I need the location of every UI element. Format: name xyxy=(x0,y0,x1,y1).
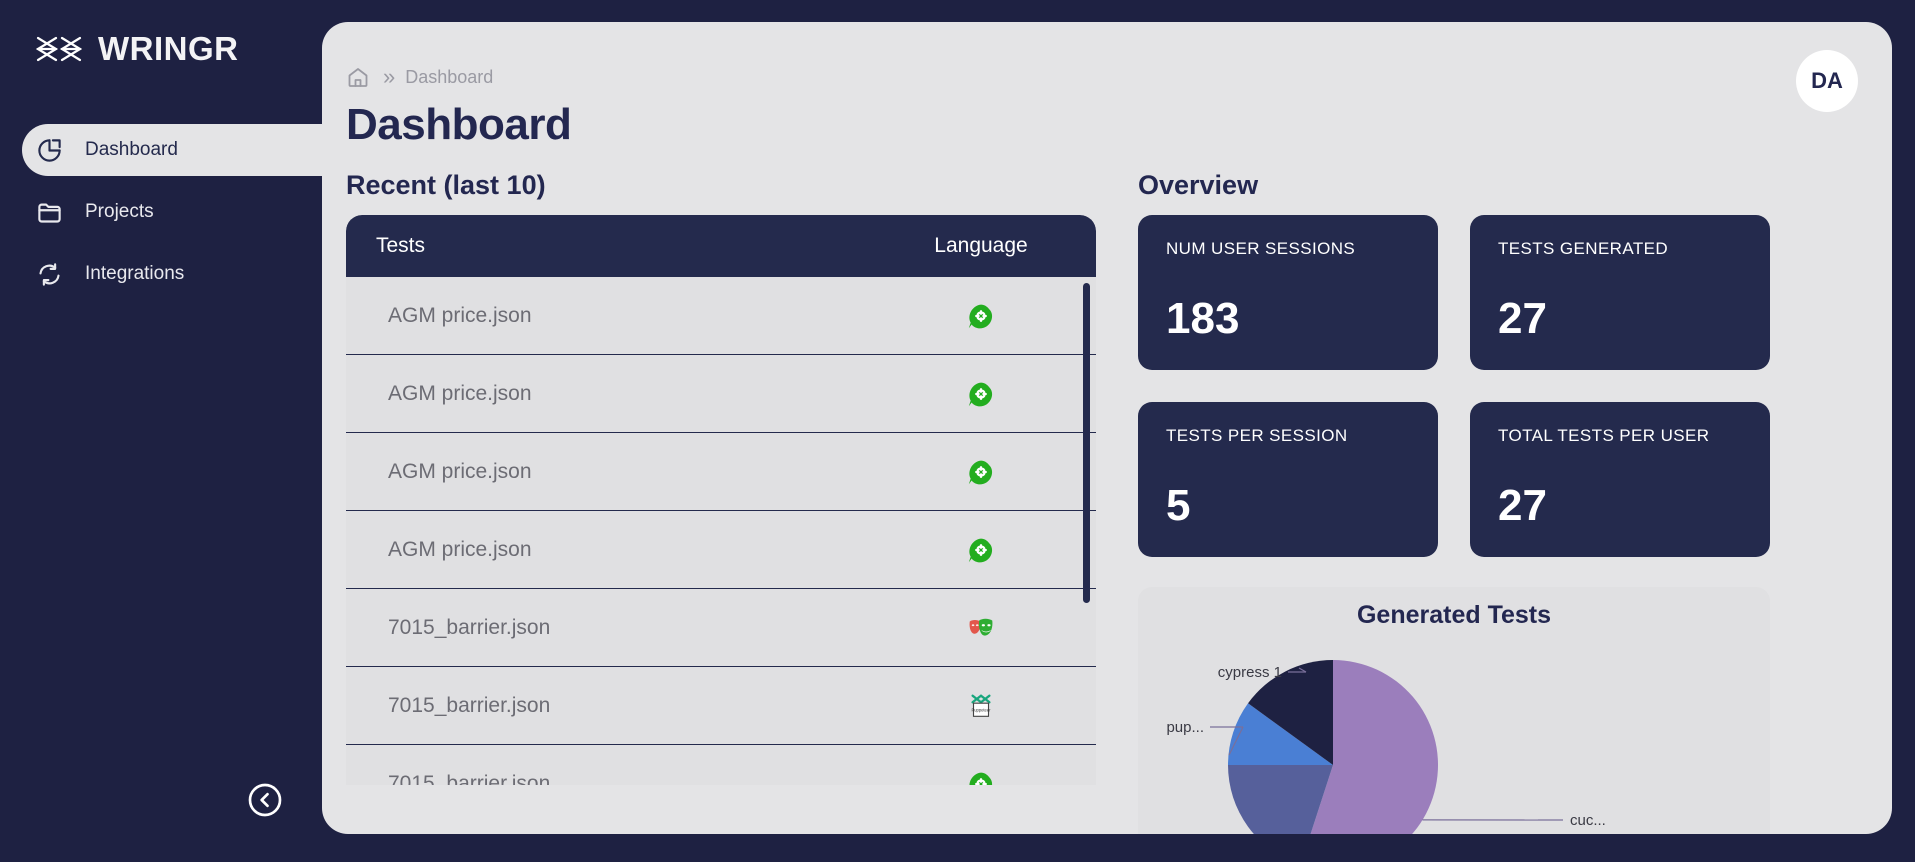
cucumber-icon xyxy=(966,457,996,487)
overview-title: Overview xyxy=(1138,170,1259,200)
sidebar-item-label: Integrations xyxy=(85,263,185,284)
table-row[interactable]: AGM price.json xyxy=(346,511,1096,589)
folder-icon xyxy=(36,199,63,226)
overview-cards: NUM USER SESSIONS 183 TESTS GENERATED 27… xyxy=(1138,215,1838,557)
cucumber-icon xyxy=(966,379,996,409)
table-body: AGM price.json AGM price.json AGM price.… xyxy=(346,277,1096,785)
cell-test-name: AGM price.json xyxy=(388,459,532,483)
cell-language xyxy=(866,613,1096,643)
cell-language: Puppeteer xyxy=(866,691,1096,721)
cell-test-name: 7015_barrier.json xyxy=(388,615,551,639)
stat-label: TOTAL TESTS PER USER xyxy=(1498,426,1710,445)
home-icon[interactable] xyxy=(346,65,370,89)
cell-language xyxy=(866,379,1096,409)
sidebar-collapse-button[interactable] xyxy=(245,780,285,820)
generated-tests-chart-card: Generated Tests cuc... pup... cypress 1 xyxy=(1138,587,1770,834)
sidebar-item-label: Projects xyxy=(85,201,154,222)
stat-value: 183 xyxy=(1166,294,1240,343)
table-row[interactable]: AGM price.json xyxy=(346,277,1096,355)
brand-name: WRINGR xyxy=(98,30,239,67)
recent-table: Tests Language AGM price.json AGM price.… xyxy=(346,215,1096,785)
pie-callout-label: pup... xyxy=(1166,719,1204,736)
stat-label: TESTS PER SESSION xyxy=(1166,426,1348,445)
cell-test-name: 7015_barrier.json xyxy=(388,693,551,717)
stat-card-num-user-sessions[interactable]: NUM USER SESSIONS 183 xyxy=(1138,215,1438,370)
cell-language xyxy=(866,535,1096,565)
table-row[interactable]: 7015_barrier.json Puppeteer xyxy=(346,667,1096,745)
recent-title: Recent (last 10) xyxy=(346,170,546,200)
recent-section: Recent (last 10) Tests Language AGM pric… xyxy=(346,170,1106,785)
table-header-row: Tests Language xyxy=(346,215,1096,277)
stat-value: 5 xyxy=(1166,481,1191,530)
main-panel: » Dashboard Dashboard DA Recent (last 10… xyxy=(322,22,1892,834)
playwright-masks-icon xyxy=(966,613,996,643)
cucumber-icon xyxy=(966,769,996,785)
breadcrumb-separator: » xyxy=(383,64,395,89)
overview-section: Overview NUM USER SESSIONS 183 TESTS GEN… xyxy=(1138,170,1838,834)
app-root: WRINGR Dashboard Projects Integrations »… xyxy=(0,0,1915,862)
cucumber-icon xyxy=(966,535,996,565)
column-header-tests[interactable]: Tests xyxy=(346,234,866,258)
sidebar-nav: Dashboard Projects Integrations xyxy=(0,124,330,300)
stat-label: TESTS GENERATED xyxy=(1498,239,1669,258)
pie-chart-icon xyxy=(36,137,63,164)
table-row[interactable]: AGM price.json xyxy=(346,355,1096,433)
table-row[interactable]: 7015_barrier.json xyxy=(346,589,1096,667)
breadcrumb-current[interactable]: Dashboard xyxy=(405,67,493,88)
cell-test-name: AGM price.json xyxy=(388,303,532,327)
stat-card-tests-per-session[interactable]: TESTS PER SESSION 5 xyxy=(1138,402,1438,557)
table-row[interactable]: 7015_barrier.json xyxy=(346,745,1096,785)
column-header-language[interactable]: Language xyxy=(866,234,1096,258)
cell-test-name: 7015_barrier.json xyxy=(388,771,551,786)
stat-card-tests-generated[interactable]: TESTS GENERATED 27 xyxy=(1470,215,1770,370)
sidebar-item-label: Dashboard xyxy=(85,139,178,160)
sidebar: WRINGR Dashboard Projects Integrations xyxy=(0,0,330,862)
cell-test-name: AGM price.json xyxy=(388,381,532,405)
generated-tests-pie-chart[interactable]: cuc... pup... cypress 1 xyxy=(1138,630,1770,834)
chart-title: Generated Tests xyxy=(1356,601,1552,629)
table-row[interactable]: AGM price.json xyxy=(346,433,1096,511)
stat-label: NUM USER SESSIONS xyxy=(1166,239,1356,258)
cucumber-icon xyxy=(966,301,996,331)
stat-card-total-tests-per-user[interactable]: TOTAL TESTS PER USER 27 xyxy=(1470,402,1770,557)
avatar-initials: DA xyxy=(1811,68,1843,93)
cell-language xyxy=(866,769,1096,785)
cell-test-name: AGM price.json xyxy=(388,537,532,561)
sidebar-item-dashboard[interactable]: Dashboard xyxy=(22,124,330,176)
cell-language xyxy=(866,301,1096,331)
stat-value: 27 xyxy=(1498,481,1547,530)
sidebar-item-integrations[interactable]: Integrations xyxy=(0,248,330,300)
pie-callout-label: cuc... xyxy=(1570,812,1606,829)
brand[interactable]: WRINGR xyxy=(0,0,330,68)
sidebar-item-projects[interactable]: Projects xyxy=(0,186,330,238)
refresh-sync-icon xyxy=(36,261,63,288)
breadcrumb: » Dashboard xyxy=(322,22,1892,90)
stat-value: 27 xyxy=(1498,294,1547,343)
pie-callout-label: cypress 1 xyxy=(1218,664,1282,681)
table-scrollbar[interactable] xyxy=(1083,283,1090,603)
puppeteer-icon: Puppeteer xyxy=(966,691,996,721)
wringr-logo-icon xyxy=(35,32,83,66)
svg-text:Puppeteer: Puppeteer xyxy=(972,707,992,712)
avatar[interactable]: DA xyxy=(1796,50,1858,112)
chevron-left-circle-icon xyxy=(245,783,285,824)
cell-language xyxy=(866,457,1096,487)
page-title: Dashboard xyxy=(346,100,572,149)
